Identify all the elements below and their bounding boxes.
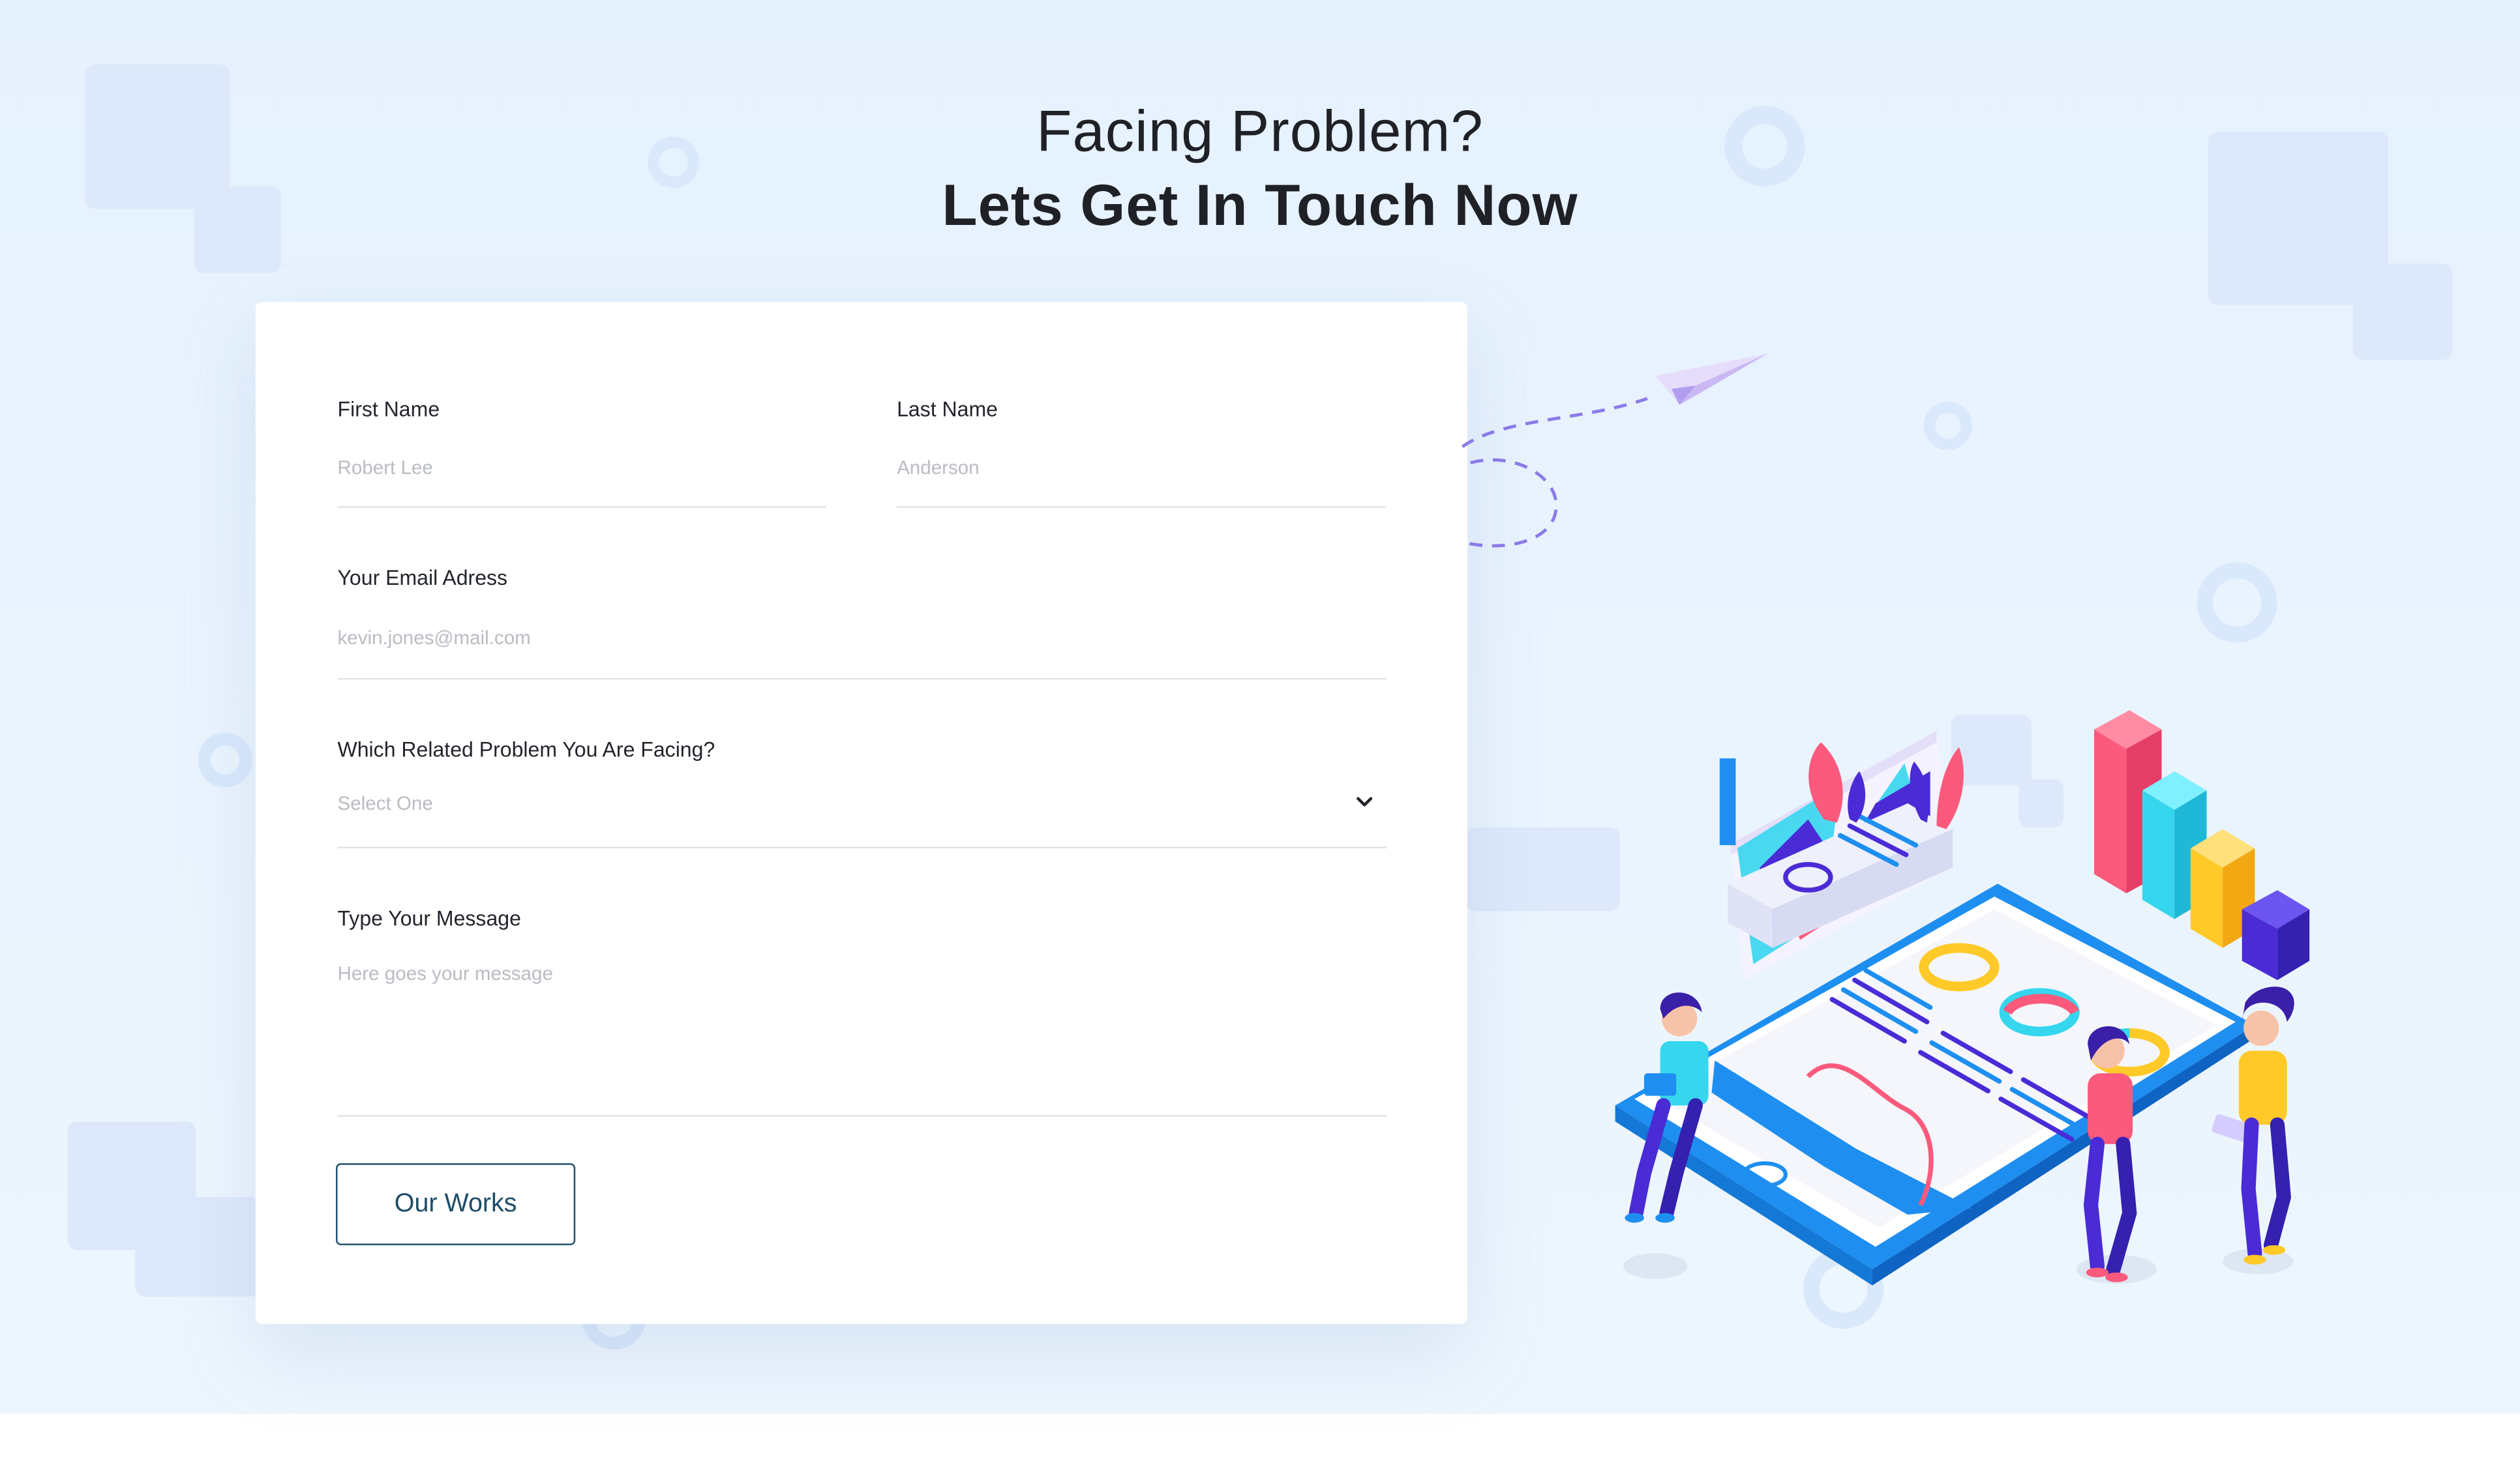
decor-ring — [198, 732, 252, 788]
contact-form-card: First Name Last Name Your Email Adress W… — [255, 302, 1467, 1324]
last-name-underline — [897, 506, 1386, 508]
email-underline — [337, 677, 1387, 680]
problem-field: Which Related Problem You Are Facing? Se… — [337, 737, 1387, 850]
first-name-label: First Name — [337, 396, 440, 421]
first-name-field: First Name — [337, 396, 826, 510]
message-underline — [337, 1115, 1387, 1117]
heading-title: Lets Get In Touch Now — [942, 171, 1578, 238]
heading-subtitle: Facing Problem? — [1036, 98, 1484, 164]
team-analytics-illustration — [1615, 710, 2310, 1286]
message-label: Type Your Message — [337, 906, 521, 930]
problem-select[interactable]: Select One — [338, 792, 1387, 824]
our-works-button[interactable]: Our Works — [336, 1163, 576, 1245]
last-name-label: Last Name — [897, 396, 998, 421]
chevron-down-icon[interactable] — [1353, 790, 1376, 813]
problem-select-value: Select One — [337, 792, 433, 815]
message-field: Type Your Message — [337, 906, 1387, 1118]
page-canvas: Facing Problem? Lets Get In Touch Now Fi… — [0, 0, 2520, 1467]
bottom-strip — [0, 1414, 2520, 1467]
last-name-field: Last Name — [897, 396, 1386, 510]
email-input[interactable] — [337, 621, 1387, 654]
last-name-input[interactable] — [897, 451, 1386, 484]
section-heading: Facing Problem? Lets Get In Touch Now — [0, 93, 2520, 241]
problem-label: Which Related Problem You Are Facing? — [337, 737, 715, 762]
email-field: Your Email Adress — [337, 565, 1387, 681]
decor-square — [135, 1196, 261, 1297]
message-textarea[interactable] — [337, 962, 1387, 1104]
email-label: Your Email Adress — [337, 565, 508, 590]
first-name-underline — [337, 506, 826, 508]
first-name-input[interactable] — [337, 451, 826, 484]
problem-underline — [337, 846, 1387, 849]
